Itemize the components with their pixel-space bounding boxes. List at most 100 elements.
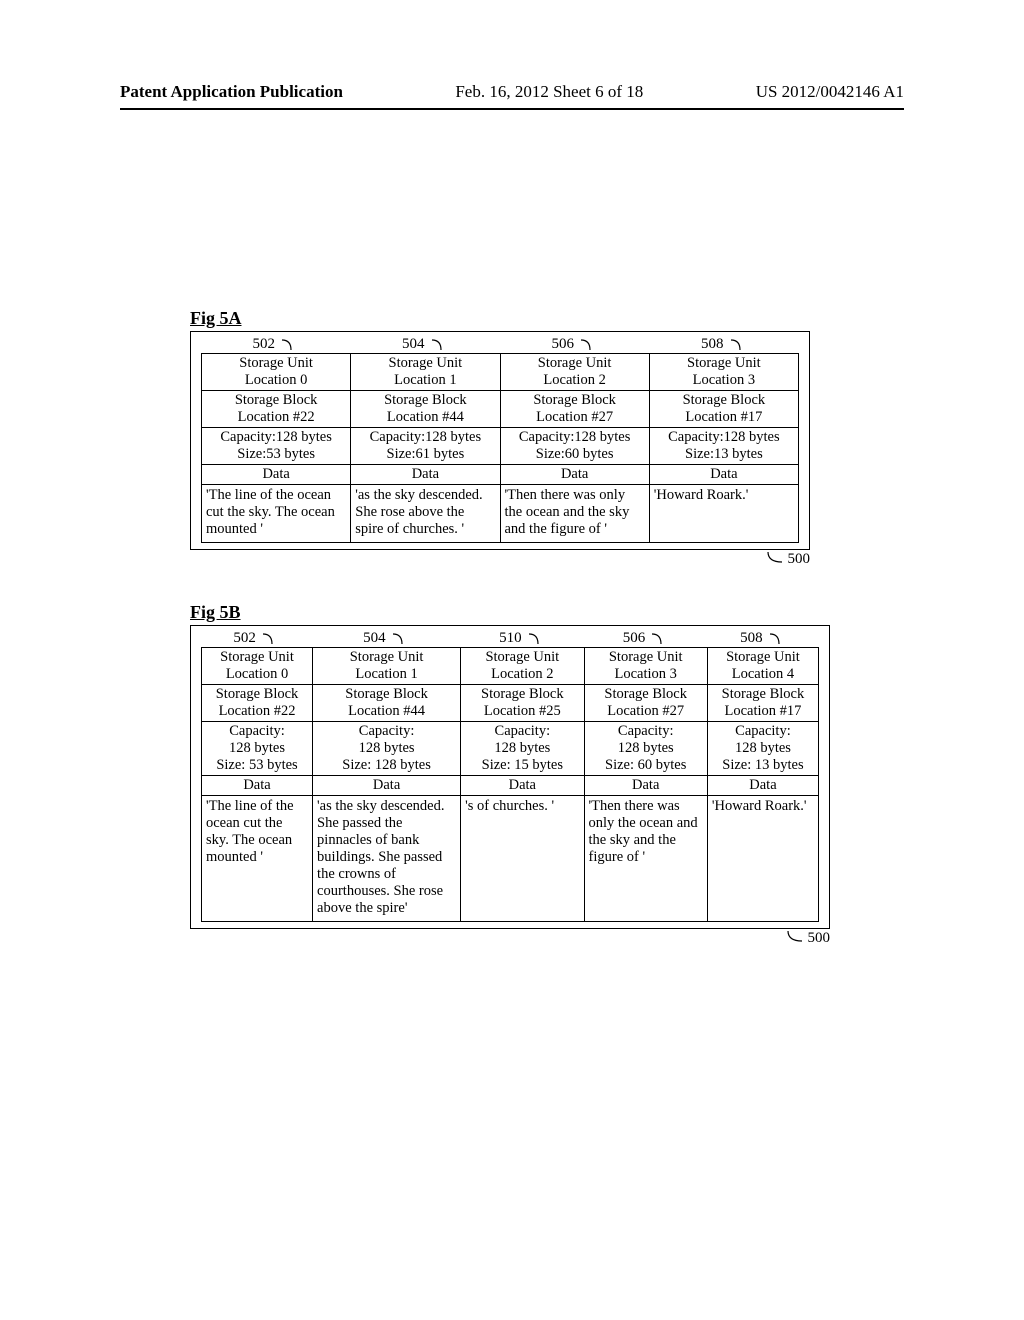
block-loc: Location #17 [712, 703, 814, 720]
size: Size:61 bytes [355, 446, 495, 463]
cell: Storage BlockLocation #22 [202, 685, 313, 722]
leader-line-icon [528, 633, 546, 645]
ref-504: 504 [402, 336, 425, 353]
figure-5a-container: 502 504 506 [190, 331, 810, 550]
cell: Capacity:128 bytes Size:60 bytes [500, 428, 649, 465]
cell: Storage UnitLocation 1 [313, 648, 461, 685]
unit-label: Storage Unit [206, 355, 346, 372]
ref-504: 504 [363, 630, 386, 647]
unit-loc: Location 3 [589, 666, 703, 683]
cell: Storage UnitLocation 0 [202, 648, 313, 685]
cell: Capacity:128 bytes Size:13 bytes [649, 428, 798, 465]
size: Size:53 bytes [206, 446, 346, 463]
block-label: Storage Block [206, 392, 346, 409]
size: Size:13 bytes [654, 446, 794, 463]
cell: Storage Block Location #22 [202, 391, 351, 428]
cell: Capacity:128 bytesSize: 53 bytes [202, 722, 313, 776]
ref-502: 502 [233, 630, 256, 647]
unit-loc: Location 3 [654, 372, 794, 389]
cell: Capacity:128 bytes Size:61 bytes [351, 428, 500, 465]
capacity: Capacity: [465, 723, 579, 740]
leader-line-icon [769, 633, 787, 645]
cell: Storage UnitLocation 3 [584, 648, 707, 685]
data-cell: 'as the sky descended. She rose above th… [351, 485, 500, 543]
capacity-val: 128 bytes [206, 740, 308, 757]
data-header: Data [461, 776, 584, 796]
data-header: Data [649, 465, 798, 485]
cell: Storage Unit Location 1 [351, 354, 500, 391]
ref-500: 500 [808, 930, 831, 947]
block-label: Storage Block [355, 392, 495, 409]
leader-line-icon [262, 633, 280, 645]
size: Size: 128 bytes [317, 757, 456, 774]
unit-label: Storage Unit [206, 649, 308, 666]
data-cell: 'Then there was only the ocean and the s… [584, 796, 707, 922]
leader-line-icon [431, 339, 449, 351]
unit-loc: Location 1 [355, 372, 495, 389]
unit-label: Storage Unit [355, 355, 495, 372]
size: Size:60 bytes [505, 446, 645, 463]
leader-line-icon [651, 633, 669, 645]
capacity-val: 128 bytes [317, 740, 456, 757]
figure-5b-container: 502 504 510 506 508 [190, 625, 830, 929]
capacity: Capacity:128 bytes [505, 429, 645, 446]
figure-5b-ref-row: 502 504 510 506 508 [201, 630, 819, 647]
data-header: Data [202, 465, 351, 485]
block-label: Storage Block [654, 392, 794, 409]
unit-label: Storage Unit [654, 355, 794, 372]
cell: Storage BlockLocation #25 [461, 685, 584, 722]
figure-5a: Fig 5A 502 504 506 [190, 308, 814, 569]
data-header: Data [313, 776, 461, 796]
cell: Storage Block Location #17 [649, 391, 798, 428]
cell: Capacity:128 bytesSize: 13 bytes [707, 722, 818, 776]
cell: Storage Unit Location 0 [202, 354, 351, 391]
data-cell: 'The line of the ocean cut the sky. The … [202, 485, 351, 543]
capacity: Capacity: [206, 723, 308, 740]
capacity: Capacity: [712, 723, 814, 740]
leader-line-icon [730, 339, 748, 351]
data-cell: 's of churches. ' [461, 796, 584, 922]
cell: Storage BlockLocation #27 [584, 685, 707, 722]
capacity-val: 128 bytes [465, 740, 579, 757]
capacity-val: 128 bytes [712, 740, 814, 757]
capacity: Capacity: [589, 723, 703, 740]
unit-loc: Location 0 [206, 372, 346, 389]
capacity: Capacity:128 bytes [355, 429, 495, 446]
ref-502: 502 [253, 336, 276, 353]
cell: Storage Unit Location 2 [500, 354, 649, 391]
figure-5a-table: Storage Unit Location 0 Storage Unit Loc… [201, 353, 799, 543]
unit-loc: Location 0 [206, 666, 308, 683]
block-loc: Location #22 [206, 409, 346, 426]
unit-loc: Location 4 [712, 666, 814, 683]
block-loc: Location #44 [317, 703, 456, 720]
data-header: Data [500, 465, 649, 485]
leader-line-icon [392, 633, 410, 645]
size: Size: 53 bytes [206, 757, 308, 774]
figure-5b-table: Storage UnitLocation 0 Storage UnitLocat… [201, 647, 819, 922]
capacity: Capacity:128 bytes [206, 429, 346, 446]
block-loc: Location #25 [465, 703, 579, 720]
cell: Storage BlockLocation #17 [707, 685, 818, 722]
figure-5a-title: Fig 5A [190, 308, 814, 329]
data-header: Data [351, 465, 500, 485]
cell: Storage Block Location #44 [351, 391, 500, 428]
block-label: Storage Block [317, 686, 456, 703]
leader-line-icon [766, 550, 784, 569]
header-left: Patent Application Publication [120, 82, 343, 102]
leader-line-icon [281, 339, 299, 351]
block-loc: Location #17 [654, 409, 794, 426]
ref-500: 500 [788, 551, 811, 568]
ref-506: 506 [552, 336, 575, 353]
unit-label: Storage Unit [712, 649, 814, 666]
data-header: Data [202, 776, 313, 796]
ref-508: 508 [740, 630, 763, 647]
figure-5a-ref-500: 500 [190, 550, 814, 569]
header-right: US 2012/0042146 A1 [756, 82, 904, 102]
figure-5b-ref-500: 500 [190, 929, 834, 948]
leader-line-icon [786, 929, 804, 948]
data-cell: 'Then there was only the ocean and the s… [500, 485, 649, 543]
unit-loc: Location 2 [465, 666, 579, 683]
page: Patent Application Publication Feb. 16, … [0, 0, 1024, 1320]
capacity: Capacity:128 bytes [654, 429, 794, 446]
header-center: Feb. 16, 2012 Sheet 6 of 18 [455, 82, 643, 102]
